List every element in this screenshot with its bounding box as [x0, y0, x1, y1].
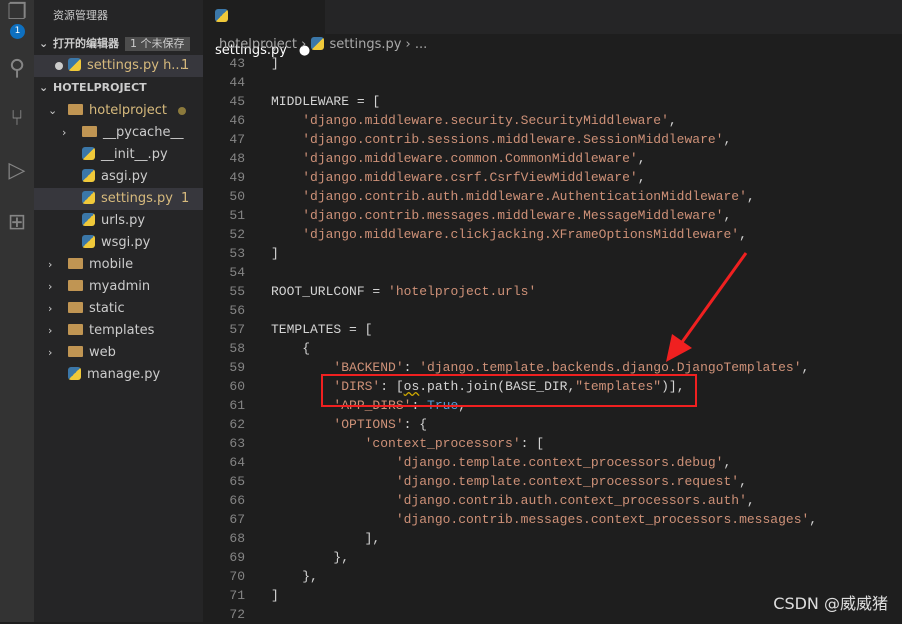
watermark: CSDN @威威猪 — [773, 594, 888, 613]
annotation-arrow-icon — [666, 252, 748, 362]
